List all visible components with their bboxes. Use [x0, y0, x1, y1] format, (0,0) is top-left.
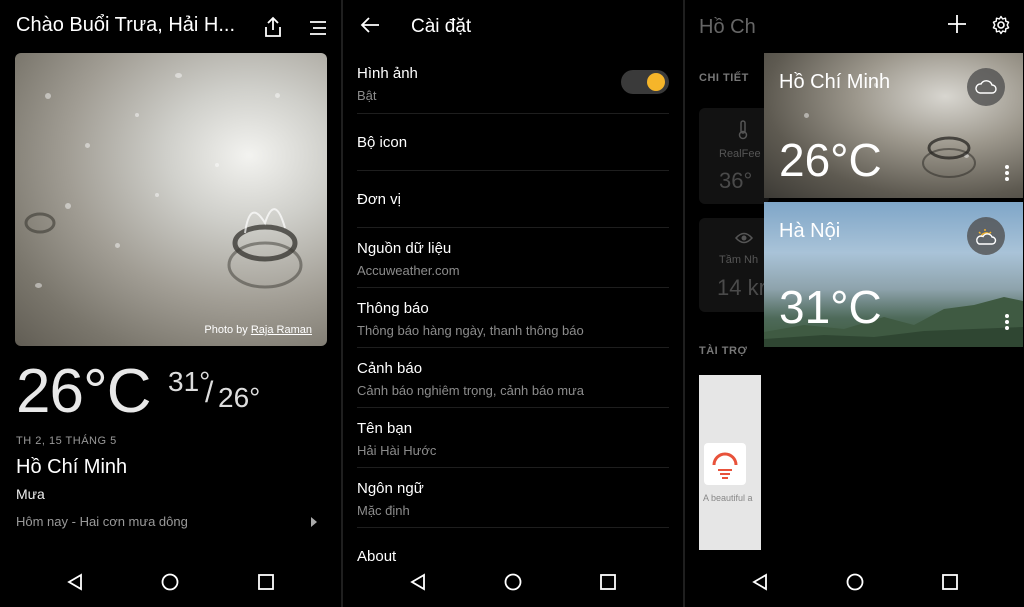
- recents-nav-icon[interactable]: [599, 573, 617, 596]
- home-nav-icon[interactable]: [504, 573, 522, 596]
- date-label: TH 2, 15 THÁNG 5: [16, 435, 117, 447]
- setting-data-source[interactable]: Nguồn dữ liệu Accuweather.com: [357, 228, 669, 288]
- greeting-title: Chào Buổi Trưa, Hải H...: [16, 14, 236, 36]
- toggle-knob: [647, 73, 665, 91]
- weather-home-screen: Chào Buổi Trưa, Hải H... Photo by Raja R…: [0, 0, 341, 607]
- gear-icon[interactable]: [991, 15, 1011, 40]
- location-city-name: Hồ Chí Minh: [779, 71, 891, 93]
- more-options-icon[interactable]: [1005, 165, 1009, 183]
- home-nav-icon[interactable]: [846, 573, 864, 596]
- back-nav-icon[interactable]: [66, 573, 84, 596]
- back-arrow-icon[interactable]: [359, 14, 381, 41]
- location-card-ha-noi[interactable]: Hà Nội 31°C: [764, 202, 1023, 347]
- sponsored-ad[interactable]: A beautiful a: [699, 375, 761, 550]
- visibility-card: Tầm Nh 14 kr: [699, 218, 769, 312]
- system-navbar: [343, 557, 683, 607]
- location-city-name: Hà Nội: [779, 220, 841, 242]
- setting-language[interactable]: Ngôn ngữ Mặc định: [357, 468, 669, 528]
- add-location-icon[interactable]: [947, 14, 967, 39]
- settings-title: Cài đặt: [411, 16, 472, 37]
- setting-your-name[interactable]: Tên bạn Hải Hài Hước: [357, 408, 669, 468]
- photo-author-link[interactable]: Raja Raman: [251, 324, 312, 336]
- setting-alerts[interactable]: Cảnh báo Cảnh báo nghiêm trọng, cảnh báo…: [357, 348, 669, 408]
- setting-units[interactable]: Đơn vị: [357, 171, 669, 228]
- location-temperature: 31°C: [779, 281, 882, 333]
- cloud-icon: [967, 68, 1005, 106]
- share-icon[interactable]: [258, 12, 288, 42]
- low-temperature: 26°: [218, 382, 261, 413]
- recents-nav-icon[interactable]: [941, 573, 959, 596]
- setting-notifications[interactable]: Thông báo Thông báo hàng ngày, thanh thô…: [357, 288, 669, 348]
- chevron-right-icon[interactable]: [310, 515, 318, 533]
- back-nav-icon[interactable]: [751, 573, 769, 596]
- menu-icon[interactable]: [303, 13, 333, 43]
- background-city-title: Hồ Ch: [699, 16, 756, 38]
- current-temperature: 26°C: [16, 357, 152, 426]
- photo-credit: Photo by Raja Raman: [204, 324, 312, 336]
- high-temperature: 31°: [168, 366, 211, 397]
- sponsor-section-label: TÀI TRỢ: [699, 345, 748, 357]
- weather-photo: Photo by Raja Raman: [15, 53, 327, 346]
- setting-icon-pack[interactable]: Bộ icon: [357, 114, 669, 171]
- city-name: Hồ Chí Minh: [16, 456, 128, 478]
- location-card-ho-chi-minh[interactable]: Hồ Chí Minh 26°C: [764, 53, 1023, 198]
- recents-nav-icon[interactable]: [257, 573, 275, 596]
- location-temperature: 26°C: [779, 134, 882, 186]
- temp-separator: /: [205, 376, 214, 409]
- more-options-icon[interactable]: [1005, 314, 1009, 332]
- settings-header: Cài đặt: [343, 0, 683, 56]
- eye-icon: [734, 231, 754, 249]
- weather-condition: Mưa: [16, 486, 45, 502]
- settings-screen: Cài đặt Hình ảnh Bật Bộ icon Đơn vị Nguồ…: [343, 0, 683, 607]
- thermometer-icon: [737, 120, 749, 145]
- system-navbar: [0, 557, 341, 607]
- ad-logo-icon: [704, 443, 746, 485]
- locations-screen: Hồ Ch CHI TIẾT RealFee 36° Tầm Nh 14 kr …: [685, 0, 1024, 607]
- images-toggle[interactable]: [621, 70, 669, 94]
- partly-cloudy-icon: [967, 217, 1005, 255]
- system-navbar: [685, 557, 1024, 607]
- details-section-label: CHI TIẾT: [699, 72, 749, 84]
- back-nav-icon[interactable]: [409, 573, 427, 596]
- realfeel-card: RealFee 36°: [699, 108, 769, 204]
- home-nav-icon[interactable]: [161, 573, 179, 596]
- forecast-summary[interactable]: Hôm nay - Hai cơn mưa dông: [16, 514, 188, 529]
